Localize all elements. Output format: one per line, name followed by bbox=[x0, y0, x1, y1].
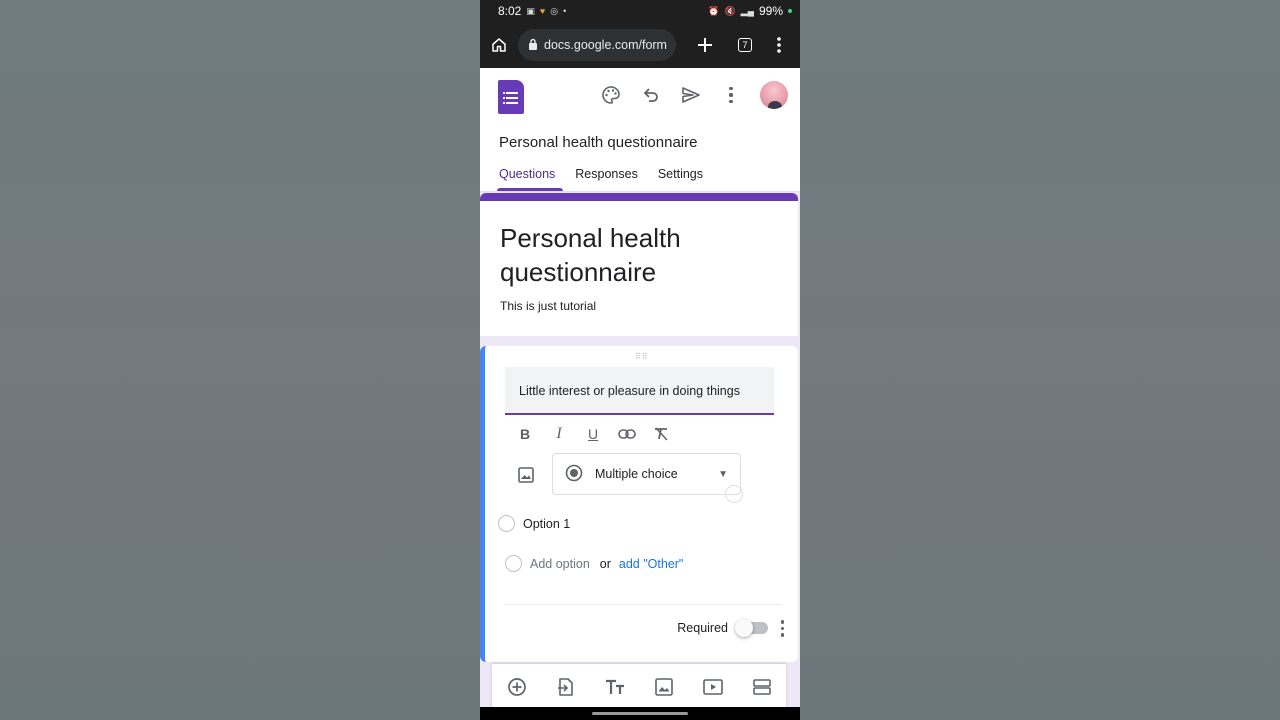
or-text: or bbox=[599, 556, 611, 571]
system-nav-bar bbox=[480, 707, 800, 720]
option-row[interactable]: Option 1 bbox=[498, 515, 570, 532]
palette-icon[interactable] bbox=[600, 84, 622, 106]
add-option-radio-icon bbox=[505, 555, 522, 572]
format-toolbar: B I U bbox=[515, 424, 671, 444]
required-toggle[interactable] bbox=[735, 619, 768, 637]
background-right bbox=[800, 0, 1280, 720]
clear-format-icon[interactable] bbox=[651, 424, 671, 444]
app-notification-icon: ♥ bbox=[539, 6, 546, 16]
divider bbox=[504, 604, 781, 605]
signal-icon: ▂▄ bbox=[740, 5, 754, 16]
more-options-icon[interactable] bbox=[720, 84, 742, 106]
question-more-icon[interactable] bbox=[780, 620, 784, 637]
add-image-icon[interactable] bbox=[652, 675, 676, 699]
form-description[interactable]: This is just tutorial bbox=[500, 299, 596, 313]
drag-handle-icon[interactable]: ⠿⠿ bbox=[635, 352, 649, 361]
add-other-link[interactable]: add "Other" bbox=[619, 557, 683, 571]
required-label: Required bbox=[677, 621, 728, 635]
form-name[interactable]: Personal health questionnaire bbox=[499, 134, 697, 151]
home-gesture-handle[interactable] bbox=[592, 712, 688, 715]
italic-icon[interactable]: I bbox=[549, 424, 569, 444]
screen-capture-icon: ◎ bbox=[550, 5, 559, 16]
notification-icon: ▣ bbox=[526, 5, 535, 16]
required-row: Required bbox=[677, 619, 768, 637]
bold-icon[interactable]: B bbox=[515, 424, 535, 444]
status-bar: 8:02 ▣ ♥ ◎ • ⏰ 🔇 ▂▄ 99% bbox=[480, 0, 800, 22]
section-icon[interactable] bbox=[750, 675, 774, 699]
video-icon[interactable] bbox=[701, 675, 725, 699]
tab-questions[interactable]: Questions bbox=[496, 167, 564, 191]
background-left bbox=[0, 0, 480, 720]
chevron-down-icon: ▼ bbox=[718, 468, 728, 480]
option-radio-icon bbox=[498, 515, 515, 532]
add-option-button[interactable]: Add option bbox=[530, 557, 590, 571]
browser-toolbar: docs.google.com/form 7 bbox=[480, 22, 800, 68]
forms-app: Personal health questionnaire Questions … bbox=[480, 68, 800, 720]
tab-settings[interactable]: Settings bbox=[658, 167, 703, 191]
tab-switcher-button[interactable]: 7 bbox=[734, 34, 756, 56]
question-type-label: Multiple choice bbox=[595, 467, 678, 481]
title-icon[interactable] bbox=[603, 675, 627, 699]
radio-icon bbox=[565, 464, 583, 485]
form-title-card[interactable]: Personal health questionnaire This is ju… bbox=[480, 193, 798, 336]
question-title-input[interactable]: Little interest or pleasure in doing thi… bbox=[505, 367, 774, 415]
underline-icon[interactable]: U bbox=[583, 424, 603, 444]
option-label[interactable]: Option 1 bbox=[523, 517, 570, 531]
bottom-toolbar bbox=[492, 664, 786, 710]
url-text: docs.google.com/form bbox=[544, 38, 667, 52]
undo-icon[interactable] bbox=[640, 84, 662, 106]
tab-bar: Questions Responses Settings bbox=[496, 167, 703, 191]
link-icon[interactable] bbox=[617, 424, 637, 444]
battery-text: 99% bbox=[758, 4, 783, 18]
send-icon[interactable] bbox=[680, 84, 702, 106]
import-icon[interactable] bbox=[554, 675, 578, 699]
question-card[interactable]: ⠿⠿ Little interest or pleasure in doing … bbox=[480, 346, 798, 662]
battery-icon bbox=[788, 9, 792, 13]
touch-ripple bbox=[725, 485, 743, 503]
add-question-icon[interactable] bbox=[505, 675, 529, 699]
form-title[interactable]: Personal health questionnaire bbox=[500, 221, 770, 289]
question-type-select[interactable]: Multiple choice ▼ bbox=[552, 453, 741, 495]
more-notifications-icon: • bbox=[563, 6, 567, 16]
lock-icon bbox=[528, 38, 538, 53]
plus-icon[interactable] bbox=[694, 34, 716, 56]
avatar[interactable] bbox=[760, 81, 788, 109]
mute-icon: 🔇 bbox=[724, 5, 736, 16]
home-icon[interactable] bbox=[488, 34, 510, 56]
url-bar[interactable]: docs.google.com/form bbox=[518, 29, 676, 61]
alarm-icon: ⏰ bbox=[708, 5, 720, 16]
tab-count: 7 bbox=[738, 38, 752, 52]
google-forms-logo-icon[interactable] bbox=[498, 80, 524, 114]
tab-responses[interactable]: Responses bbox=[575, 167, 638, 191]
kebab-icon[interactable] bbox=[768, 34, 790, 56]
status-time: 8:02 bbox=[498, 4, 522, 18]
phone-screen: 8:02 ▣ ♥ ◎ • ⏰ 🔇 ▂▄ 99% docs.google.com/… bbox=[480, 0, 800, 720]
add-option-row: Add option or add "Other" bbox=[505, 555, 683, 572]
image-icon[interactable] bbox=[515, 464, 537, 486]
forms-header: Personal health questionnaire Questions … bbox=[480, 68, 800, 192]
